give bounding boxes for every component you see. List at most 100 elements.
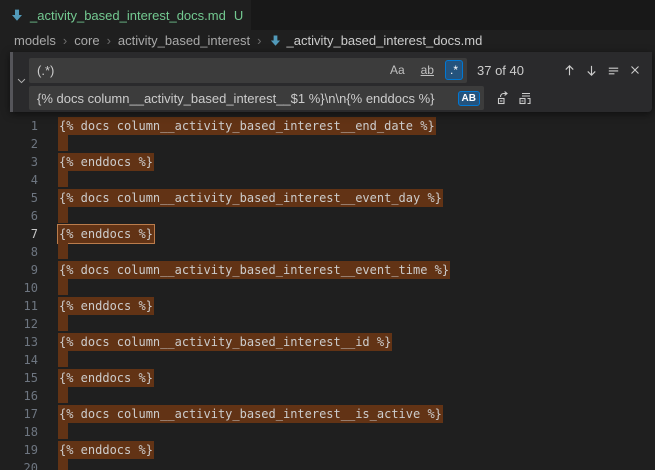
regex-toggle[interactable]: .* <box>445 60 463 80</box>
chevron-right-icon: › <box>63 33 67 48</box>
line-number: 16 <box>0 389 38 403</box>
code-line[interactable]: 15 {% enddocs %} <box>0 369 655 387</box>
code-line[interactable]: 6 <box>0 207 655 225</box>
match-highlight: {% docs column__activity_based_interest_… <box>58 405 443 423</box>
line-number: 18 <box>0 425 38 439</box>
tab-bar: _activity_based_interest_docs.md U <box>0 0 655 30</box>
match-highlight-sliver <box>58 385 68 403</box>
match-count: 37 of 40 <box>477 63 549 78</box>
line-number: 4 <box>0 173 38 187</box>
match-highlight: {% enddocs %} <box>58 369 154 387</box>
match-highlight-sliver <box>58 133 68 151</box>
git-status-badge: U <box>234 8 243 23</box>
breadcrumb: models › core › activity_based_interest … <box>0 30 655 50</box>
match-highlight: {% enddocs %} <box>58 441 154 459</box>
line-text: {% enddocs %} <box>58 153 154 171</box>
code-line[interactable]: 18 <box>0 423 655 441</box>
replace-all-icon[interactable] <box>514 87 536 109</box>
tab-filename: _activity_based_interest_docs.md <box>30 8 226 23</box>
match-highlight-sliver <box>58 169 68 187</box>
code-line[interactable]: 9 {% docs column__activity_based_interest… <box>0 261 655 279</box>
match-highlight-sliver <box>58 421 68 439</box>
line-text: {% enddocs %} <box>58 297 154 315</box>
line-number: 15 <box>0 371 38 385</box>
previous-match-button[interactable] <box>558 59 580 81</box>
line-number: 11 <box>0 299 38 313</box>
match-highlight: {% enddocs %} <box>58 297 154 315</box>
code-line[interactable]: 3 {% enddocs %} <box>0 153 655 171</box>
code-line[interactable]: 13 {% docs column__activity_based_interes… <box>0 333 655 351</box>
code-line[interactable]: 5 {% docs column__activity_based_interest… <box>0 189 655 207</box>
code-line[interactable]: 12 <box>0 315 655 333</box>
line-text: {% docs column__activity_based_interest_… <box>58 405 443 423</box>
line-number: 14 <box>0 353 38 367</box>
find-input[interactable]: (.*) Aa ab .* <box>29 58 467 83</box>
line-number: 8 <box>0 245 38 259</box>
replace-icon[interactable] <box>492 87 514 109</box>
match-highlight: {% enddocs %} <box>58 153 154 171</box>
replace-row: {% docs column__activity_based_interest_… <box>29 86 646 110</box>
code-line[interactable]: 17 {% docs column__activity_based_interes… <box>0 405 655 423</box>
match-highlight-sliver <box>58 277 68 295</box>
find-nav-buttons <box>558 59 646 81</box>
breadcrumb-filename: _activity_based_interest_docs.md <box>287 33 483 48</box>
breadcrumb-item-core[interactable]: core <box>74 33 99 48</box>
match-highlight-sliver <box>58 205 68 223</box>
code-line[interactable]: 16 <box>0 387 655 405</box>
line-number: 13 <box>0 335 38 349</box>
replace-value: {% docs column__activity_based_interest_… <box>37 91 454 106</box>
code-line[interactable]: 14 <box>0 351 655 369</box>
line-number: 2 <box>0 137 38 151</box>
line-number: 7 <box>0 227 38 241</box>
breadcrumb-item-file[interactable]: _activity_based_interest_docs.md <box>269 33 483 48</box>
whole-word-toggle[interactable]: ab <box>416 60 439 80</box>
find-row: (.*) Aa ab .* 37 of 40 <box>29 57 646 83</box>
chevron-down-icon <box>16 73 27 91</box>
find-query: (.*) <box>37 63 379 78</box>
code-line[interactable]: 4 <box>0 171 655 189</box>
line-number: 20 <box>0 461 38 470</box>
line-number: 17 <box>0 407 38 421</box>
line-text: {% docs column__activity_based_interest_… <box>58 117 436 135</box>
markdown-icon <box>10 8 24 22</box>
match-highlight: {% docs column__activity_based_interest_… <box>58 261 450 279</box>
close-icon[interactable] <box>624 59 646 81</box>
current-match-highlight: {% enddocs %} <box>58 225 154 243</box>
code-line[interactable]: 20 <box>0 459 655 470</box>
replace-buttons <box>492 87 536 109</box>
match-highlight-sliver <box>58 313 68 331</box>
match-highlight-sliver <box>58 457 68 470</box>
line-text: {% enddocs %} <box>58 441 154 459</box>
find-replace-widget: (.*) Aa ab .* 37 of 40 <box>10 52 652 112</box>
code-line[interactable]: 10 <box>0 279 655 297</box>
toggle-replace-button[interactable] <box>13 52 29 112</box>
line-number: 9 <box>0 263 38 277</box>
match-highlight-sliver <box>58 349 68 367</box>
match-case-toggle[interactable]: Aa <box>385 60 410 80</box>
tab-activity-docs[interactable]: _activity_based_interest_docs.md U <box>0 0 252 30</box>
line-text: {% enddocs %} <box>58 369 154 387</box>
code-line[interactable]: 1{% docs column__activity_based_interest… <box>0 117 655 135</box>
match-highlight: {% docs column__activity_based_interest_… <box>58 189 443 207</box>
line-text: {% docs column__activity_based_interest_… <box>58 261 450 279</box>
vscode-window: _activity_based_interest_docs.md U model… <box>0 0 655 470</box>
code-line[interactable]: 19 {% enddocs %} <box>0 441 655 459</box>
line-text: {% docs column__activity_based_interest_… <box>58 333 392 351</box>
editor[interactable]: (.*) Aa ab .* 37 of 40 <box>0 50 655 470</box>
line-number: 5 <box>0 191 38 205</box>
code-line[interactable]: 7 {% enddocs %} <box>0 225 655 243</box>
breadcrumb-item-activity-based-interest[interactable]: activity_based_interest <box>118 33 250 48</box>
match-highlight: {% docs column__activity_based_interest_… <box>58 333 392 351</box>
line-number: 3 <box>0 155 38 169</box>
chevron-right-icon: › <box>257 33 261 48</box>
code-line[interactable]: 11 {% enddocs %} <box>0 297 655 315</box>
line-number: 10 <box>0 281 38 295</box>
code-line[interactable]: 8 <box>0 243 655 261</box>
find-in-selection-button[interactable] <box>602 59 624 81</box>
next-match-button[interactable] <box>580 59 602 81</box>
line-number: 19 <box>0 443 38 457</box>
breadcrumb-item-models[interactable]: models <box>14 33 56 48</box>
replace-input[interactable]: {% docs column__activity_based_interest_… <box>29 86 484 110</box>
code-line[interactable]: 2 <box>0 135 655 153</box>
preserve-case-toggle[interactable]: AB <box>458 91 480 106</box>
